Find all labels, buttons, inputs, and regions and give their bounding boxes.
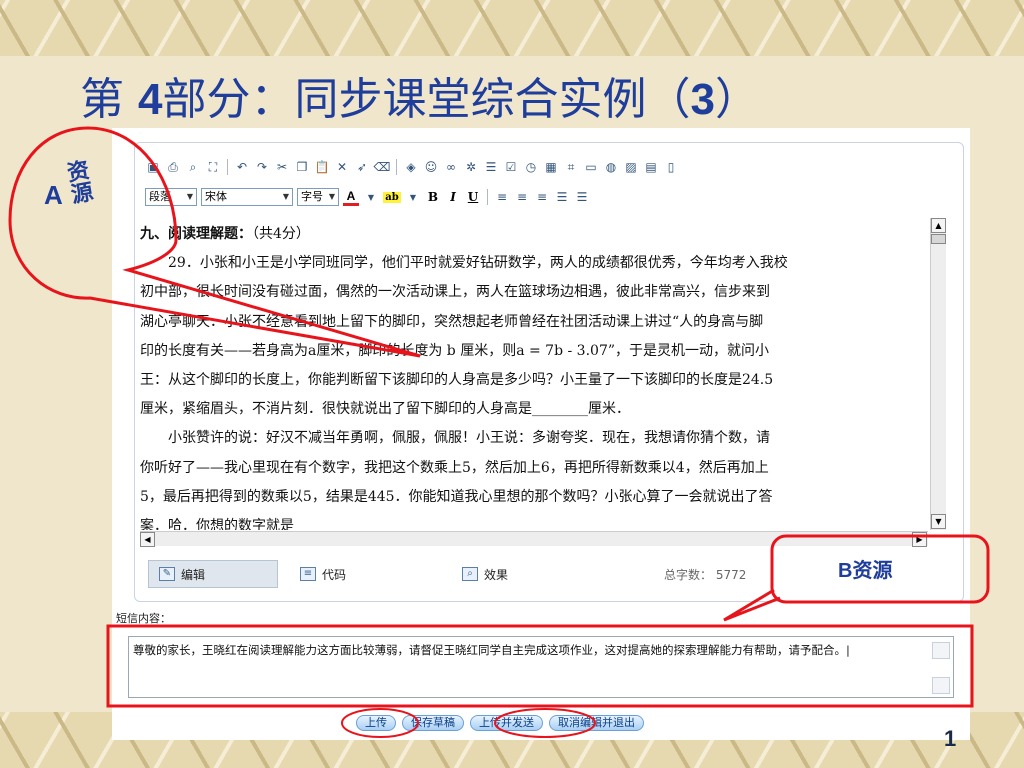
annotation-ellipse-upload-send <box>494 708 596 738</box>
annotation-overlay <box>8 126 990 738</box>
page-number: 1 <box>944 726 957 751</box>
annotation-pointer-b <box>723 588 781 622</box>
annotation-box-sms <box>106 624 974 708</box>
annotation-label-b: B资源 <box>838 560 893 582</box>
annotation-ellipse-upload <box>341 708 419 738</box>
annotation-label-a: A资源 <box>44 158 94 210</box>
